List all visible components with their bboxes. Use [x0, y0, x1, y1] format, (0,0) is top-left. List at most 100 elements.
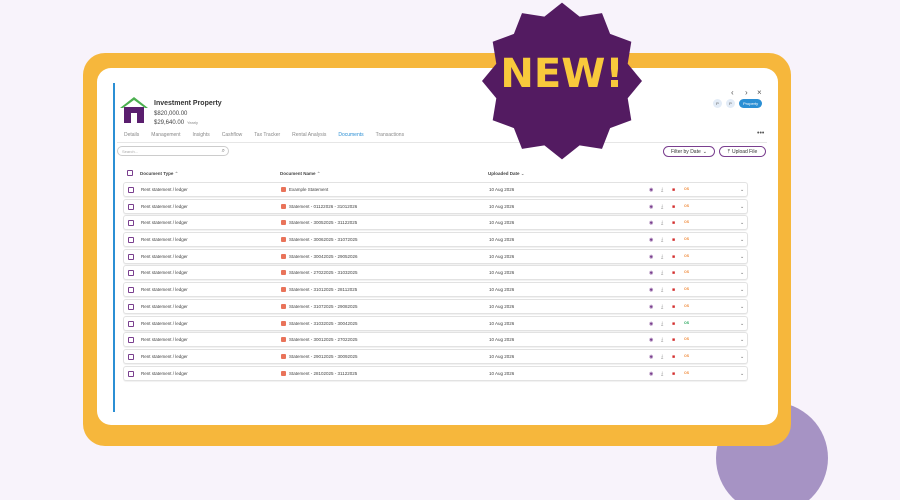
delete-icon[interactable]: ■ — [672, 337, 675, 343]
view-icon[interactable]: ◉ — [649, 204, 653, 210]
expand-chevron-icon[interactable]: ⌄ — [740, 371, 744, 377]
table-row[interactable]: Rent statement / ledger Statement - 29012… — [123, 348, 748, 364]
delete-icon[interactable]: ■ — [672, 321, 675, 327]
table-row[interactable]: Rent statement / ledger Statement - 01122… — [123, 198, 748, 214]
col-uploaded-date[interactable]: Uploaded Date ⌄ — [488, 171, 525, 177]
badge-p1[interactable]: P — [713, 99, 722, 108]
cell-document-name[interactable]: Statement - 30052025 - 31122025 — [281, 220, 357, 226]
expand-chevron-icon[interactable]: ⌄ — [740, 354, 744, 360]
delete-icon[interactable]: ■ — [672, 354, 675, 360]
delete-icon[interactable]: ■ — [672, 270, 675, 276]
cell-document-name[interactable]: Statement - 31032025 - 30042025 — [281, 320, 358, 326]
cell-document-name[interactable]: Statement - 29012025 - 30092025 — [281, 353, 358, 359]
row-checkbox[interactable] — [128, 287, 134, 294]
download-icon[interactable]: ⤓ — [661, 254, 663, 260]
cell-document-name[interactable]: Statement - 30012025 - 27022025 — [281, 337, 358, 343]
view-icon[interactable]: ◉ — [649, 354, 653, 360]
status-tag[interactable]: OS — [683, 304, 690, 308]
row-checkbox[interactable] — [128, 237, 134, 244]
row-checkbox[interactable] — [128, 303, 134, 310]
status-tag[interactable]: OS — [683, 220, 690, 224]
filter-by-date-button[interactable]: Filter by Date ⌄ — [663, 146, 715, 157]
delete-icon[interactable]: ■ — [672, 304, 675, 310]
status-tag[interactable]: OS — [683, 337, 690, 341]
download-icon[interactable]: ⤓ — [661, 354, 663, 360]
expand-chevron-icon[interactable]: ⌄ — [740, 237, 744, 243]
download-icon[interactable]: ⤓ — [661, 304, 663, 310]
cell-document-name[interactable]: Statement - 30042025 - 29052026 — [281, 253, 358, 259]
delete-icon[interactable]: ■ — [672, 287, 675, 293]
table-row[interactable]: Rent statement / ledger Example Statement… — [123, 182, 748, 197]
delete-icon[interactable]: ■ — [672, 220, 675, 226]
status-tag[interactable]: OS — [683, 321, 690, 325]
row-checkbox[interactable] — [128, 203, 134, 210]
delete-icon[interactable]: ■ — [672, 237, 675, 243]
cell-document-name[interactable]: Statement - 31012025 - 28112025 — [281, 287, 357, 293]
table-row[interactable]: Rent statement / ledger Statement - 30052… — [123, 215, 748, 231]
status-tag[interactable]: OS — [683, 237, 690, 241]
expand-chevron-icon[interactable]: ⌄ — [740, 321, 744, 327]
prev-button[interactable]: ‹ — [731, 88, 734, 97]
expand-chevron-icon[interactable]: ⌄ — [740, 220, 744, 226]
table-row[interactable]: Rent statement / ledger Statement - 30062… — [123, 232, 748, 248]
delete-icon[interactable]: ■ — [672, 371, 675, 377]
expand-chevron-icon[interactable]: ⌄ — [740, 187, 744, 193]
download-icon[interactable]: ⤓ — [661, 204, 663, 210]
download-icon[interactable]: ⤓ — [661, 371, 663, 377]
delete-icon[interactable]: ■ — [672, 187, 675, 193]
status-tag[interactable]: OS — [683, 371, 690, 375]
upload-file-button[interactable]: ⤒ Upload File — [719, 146, 766, 157]
more-menu-icon[interactable]: ••• — [757, 130, 764, 137]
table-row[interactable]: Rent statement / ledger Statement - 31032… — [123, 315, 748, 331]
view-icon[interactable]: ◉ — [649, 254, 653, 260]
download-icon[interactable]: ⤓ — [661, 337, 663, 343]
view-icon[interactable]: ◉ — [649, 321, 653, 327]
expand-chevron-icon[interactable]: ⌄ — [740, 254, 744, 260]
table-row[interactable]: Rent statement / ledger Statement - 30042… — [123, 248, 748, 264]
cell-document-name[interactable]: Statement - 30062025 - 31072025 — [281, 237, 358, 243]
view-icon[interactable]: ◉ — [649, 237, 653, 243]
row-checkbox[interactable] — [128, 337, 134, 344]
view-icon[interactable]: ◉ — [649, 287, 653, 293]
download-icon[interactable]: ⤓ — [661, 187, 663, 193]
view-icon[interactable]: ◉ — [649, 304, 653, 310]
row-checkbox[interactable] — [128, 320, 134, 327]
delete-icon[interactable]: ■ — [672, 254, 675, 260]
table-row[interactable]: Rent statement / ledger Statement - 30012… — [123, 332, 748, 348]
status-tag[interactable]: OS — [683, 187, 690, 191]
cell-document-name[interactable]: Statement - 31072025 - 29082025 — [281, 303, 358, 309]
download-icon[interactable]: ⤓ — [661, 287, 663, 293]
row-checkbox[interactable] — [128, 370, 134, 377]
badge-p2[interactable]: P — [726, 99, 735, 108]
cell-document-name[interactable]: Example Statement — [281, 187, 328, 192]
status-tag[interactable]: OS — [683, 270, 690, 274]
row-checkbox[interactable] — [128, 220, 134, 227]
view-icon[interactable]: ◉ — [649, 270, 653, 276]
next-button[interactable]: › — [745, 88, 748, 97]
table-row[interactable]: Rent statement / ledger Statement - 31072… — [123, 298, 748, 314]
table-row[interactable]: Rent statement / ledger Statement - 28102… — [123, 365, 748, 381]
expand-chevron-icon[interactable]: ⌄ — [740, 337, 744, 343]
search-input[interactable]: Search... ⌕ — [117, 146, 229, 156]
view-icon[interactable]: ◉ — [649, 187, 653, 193]
expand-chevron-icon[interactable]: ⌄ — [740, 287, 744, 293]
expand-chevron-icon[interactable]: ⌄ — [740, 204, 744, 210]
cell-document-name[interactable]: Statement - 01122026 - 31012026 — [281, 203, 357, 209]
table-row[interactable]: Rent statement / ledger Statement - 27022… — [123, 265, 748, 281]
delete-icon[interactable]: ■ — [672, 204, 675, 210]
cell-document-name[interactable]: Statement - 27022025 - 31032025 — [281, 270, 358, 276]
row-checkbox[interactable] — [128, 187, 134, 193]
status-tag[interactable]: OS — [683, 254, 690, 258]
status-tag[interactable]: OS — [683, 204, 690, 208]
select-all-checkbox[interactable] — [127, 170, 133, 176]
expand-chevron-icon[interactable]: ⌄ — [740, 304, 744, 310]
row-checkbox[interactable] — [128, 253, 134, 260]
download-icon[interactable]: ⤓ — [661, 321, 663, 327]
badge-property[interactable]: Property — [739, 99, 763, 108]
col-document-name[interactable]: Document Name ⌃ — [280, 171, 321, 177]
expand-chevron-icon[interactable]: ⌄ — [740, 270, 744, 276]
status-tag[interactable]: OS — [683, 354, 690, 358]
table-row[interactable]: Rent statement / ledger Statement - 31012… — [123, 282, 748, 298]
cell-document-name[interactable]: Statement - 28102025 - 31122025 — [281, 370, 357, 376]
row-checkbox[interactable] — [128, 270, 134, 277]
